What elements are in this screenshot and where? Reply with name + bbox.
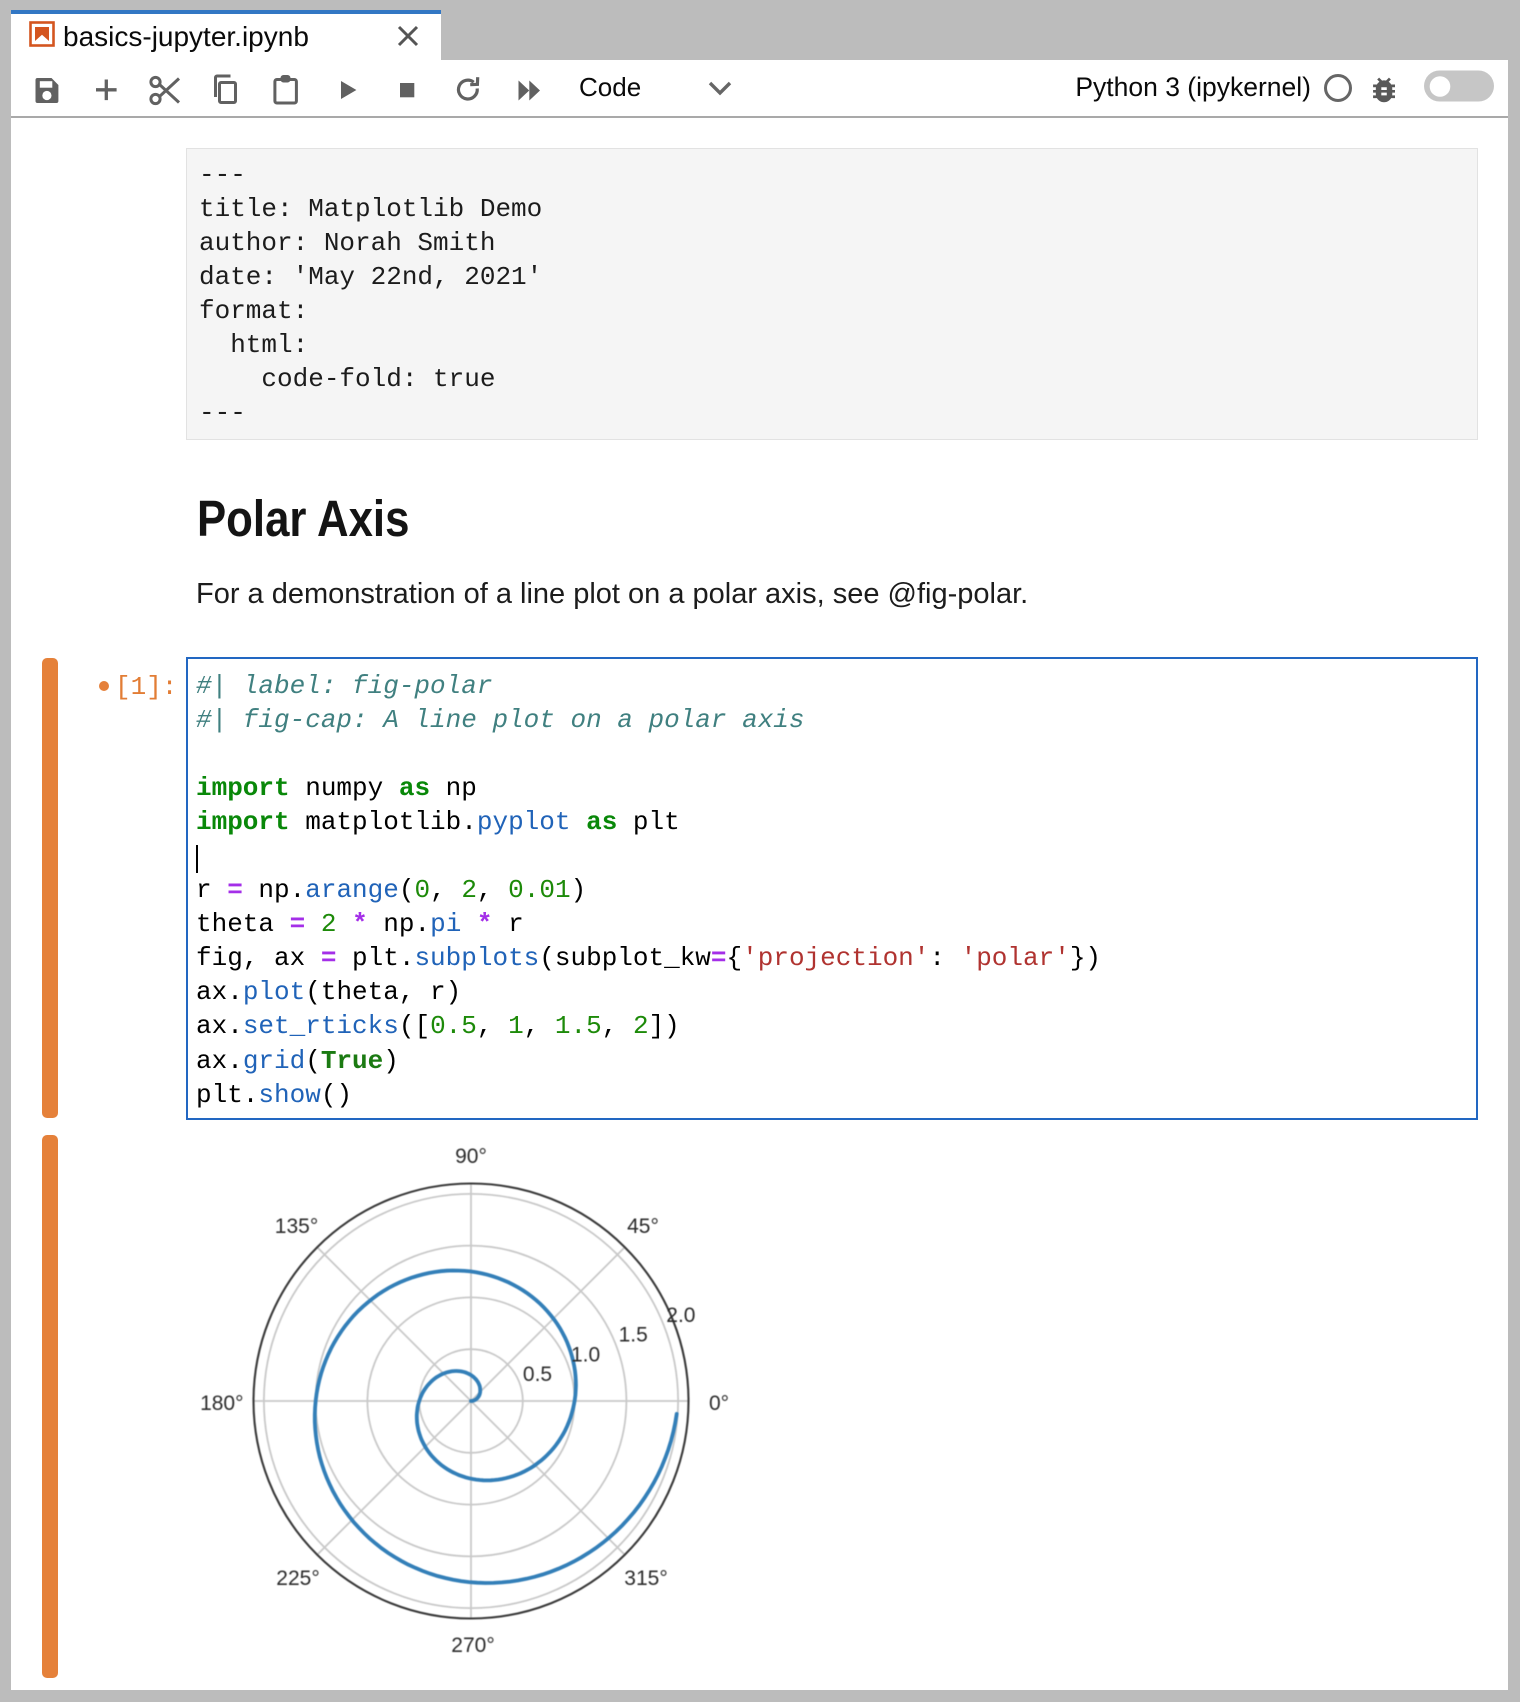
svg-text:225°: 225° xyxy=(276,1567,319,1590)
svg-text:270°: 270° xyxy=(451,1634,494,1657)
svg-text:2.0: 2.0 xyxy=(666,1304,695,1327)
svg-text:90°: 90° xyxy=(455,1145,487,1168)
svg-text:180°: 180° xyxy=(200,1392,243,1415)
svg-text:0.5: 0.5 xyxy=(523,1363,552,1386)
svg-text:135°: 135° xyxy=(275,1215,318,1238)
svg-text:315°: 315° xyxy=(624,1567,667,1590)
svg-text:1.5: 1.5 xyxy=(619,1324,648,1347)
svg-text:45°: 45° xyxy=(627,1215,659,1238)
svg-text:0°: 0° xyxy=(709,1392,729,1415)
svg-text:1.0: 1.0 xyxy=(571,1343,600,1366)
